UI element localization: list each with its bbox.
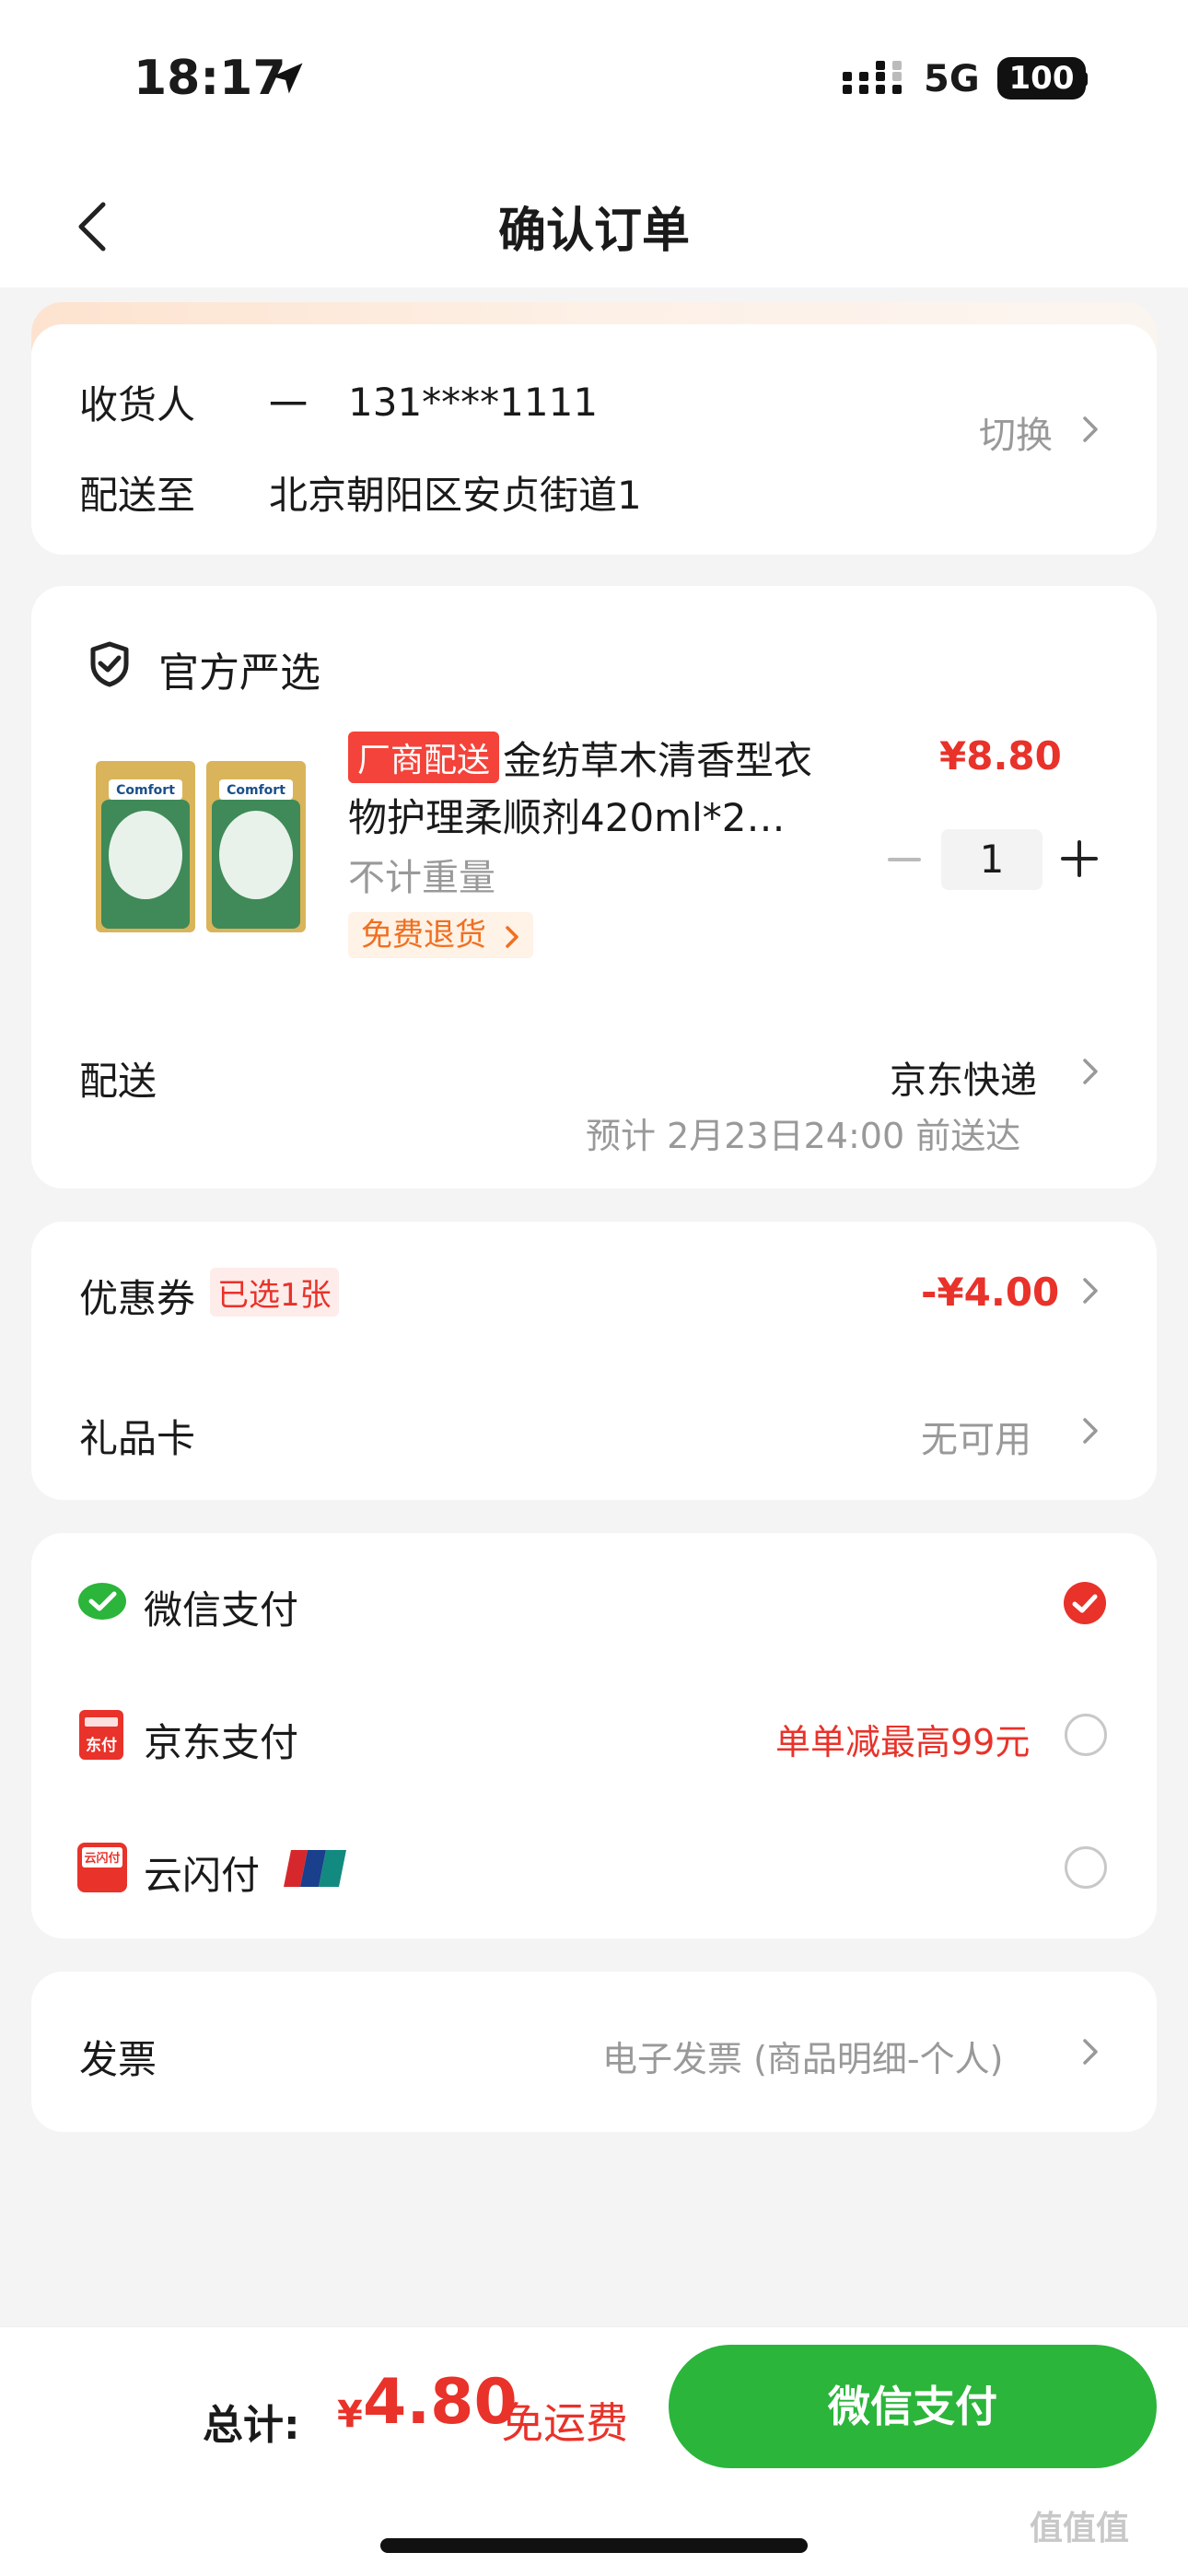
coupon-value[interactable]: -¥4.00 [921, 1270, 1059, 1315]
coupon-label: 优惠券 [79, 1276, 196, 1321]
radio-unchecked-icon[interactable] [1065, 1714, 1107, 1756]
product-image[interactable]: Comfort Comfort [92, 754, 313, 938]
coupon-selected-tag: 已选1张 [210, 1268, 339, 1317]
store-name: 官方严选 [158, 650, 320, 697]
minus-icon[interactable] [886, 846, 923, 873]
delivery-label: 配送 [79, 1059, 157, 1104]
chevron-right-icon [506, 925, 518, 948]
svg-text:东付: 东付 [86, 1736, 117, 1755]
home-indicator[interactable] [380, 2538, 808, 2553]
network-type: 5G [924, 58, 980, 100]
switch-address-button[interactable]: 切换 [979, 405, 1053, 459]
watermark: 值值值 [1030, 2510, 1130, 2547]
deliver-to-label: 配送至 [79, 473, 196, 518]
chevron-right-icon[interactable] [1080, 1415, 1101, 1446]
chevron-right-icon[interactable] [1080, 2036, 1101, 2067]
payment-option-wechat[interactable]: 微信支付 [144, 1579, 298, 1635]
signal-icon [843, 61, 902, 94]
chevron-right-icon [1083, 416, 1098, 442]
radio-unchecked-icon[interactable] [1065, 1846, 1107, 1889]
shield-check-icon [90, 641, 129, 687]
status-time: 18:17 [134, 51, 286, 106]
svg-text:云闪付: 云闪付 [84, 1851, 120, 1866]
jd-pay-icon: 东付 [79, 1710, 123, 1760]
product-weight: 不计重量 [348, 857, 495, 899]
payment-option-unionpay[interactable]: 云闪付 [144, 1844, 260, 1901]
battery-tip [1081, 72, 1088, 87]
recipient-name: 一 [269, 382, 309, 427]
battery-indicator: 100 [997, 57, 1086, 100]
wechat-pay-button[interactable]: 微信支付 [669, 2345, 1157, 2468]
location-arrow-icon [272, 63, 303, 94]
total-amount: 4.80 [363, 2366, 518, 2439]
unionpay-cloud-icon: 云闪付 [77, 1843, 127, 1892]
delivery-method[interactable]: 京东快递 [890, 1050, 1037, 1104]
giftcard-value[interactable]: 无可用 [921, 1410, 1031, 1463]
radio-checked-icon[interactable] [1063, 1581, 1107, 1625]
product-title-line1[interactable]: 金纺草木清香型衣 [503, 730, 812, 786]
unionpay-logo-icon [284, 1850, 346, 1887]
plus-icon[interactable] [1059, 838, 1100, 879]
product-title-line2[interactable]: 物护理柔顺剂420ml*2… [348, 787, 785, 843]
payment-option-jd[interactable]: 京东支付 [144, 1712, 298, 1768]
free-return-tag[interactable]: 免费退货 [348, 912, 533, 958]
invoice-label: 发票 [79, 2037, 157, 2082]
total-label: 总计: [203, 2402, 300, 2449]
free-shipping-note: 免运费 [501, 2398, 628, 2448]
product-price: ¥8.80 [939, 733, 1062, 779]
giftcard-label: 礼品卡 [79, 1416, 196, 1461]
recipient-label: 收货人 [79, 382, 196, 427]
chevron-right-icon[interactable] [1080, 1275, 1101, 1306]
vendor-delivery-tag: 厂商配送 [348, 732, 500, 783]
total-currency: ¥ [337, 2394, 363, 2436]
delivery-address: 北京朝阳区安贞街道1 [269, 473, 642, 518]
wechat-pay-icon [78, 1583, 126, 1620]
free-return-label: 免费退货 [361, 917, 486, 954]
chevron-right-icon[interactable] [1080, 1056, 1101, 1087]
recipient-phone: 131****1111 [348, 380, 599, 425]
quantity-value[interactable]: 1 [941, 829, 1042, 890]
invoice-value[interactable]: 电子发票 (商品明细-个人) [602, 2031, 1003, 2081]
jd-pay-promo: 单单减最高99元 [775, 1722, 1031, 1762]
delivery-eta: 预计 2月23日24:00 前送达 [586, 1116, 1021, 1156]
page-title: 确认订单 [497, 204, 690, 259]
svg-text:Comfort: Comfort [227, 783, 285, 798]
svg-text:Comfort: Comfort [116, 783, 175, 798]
